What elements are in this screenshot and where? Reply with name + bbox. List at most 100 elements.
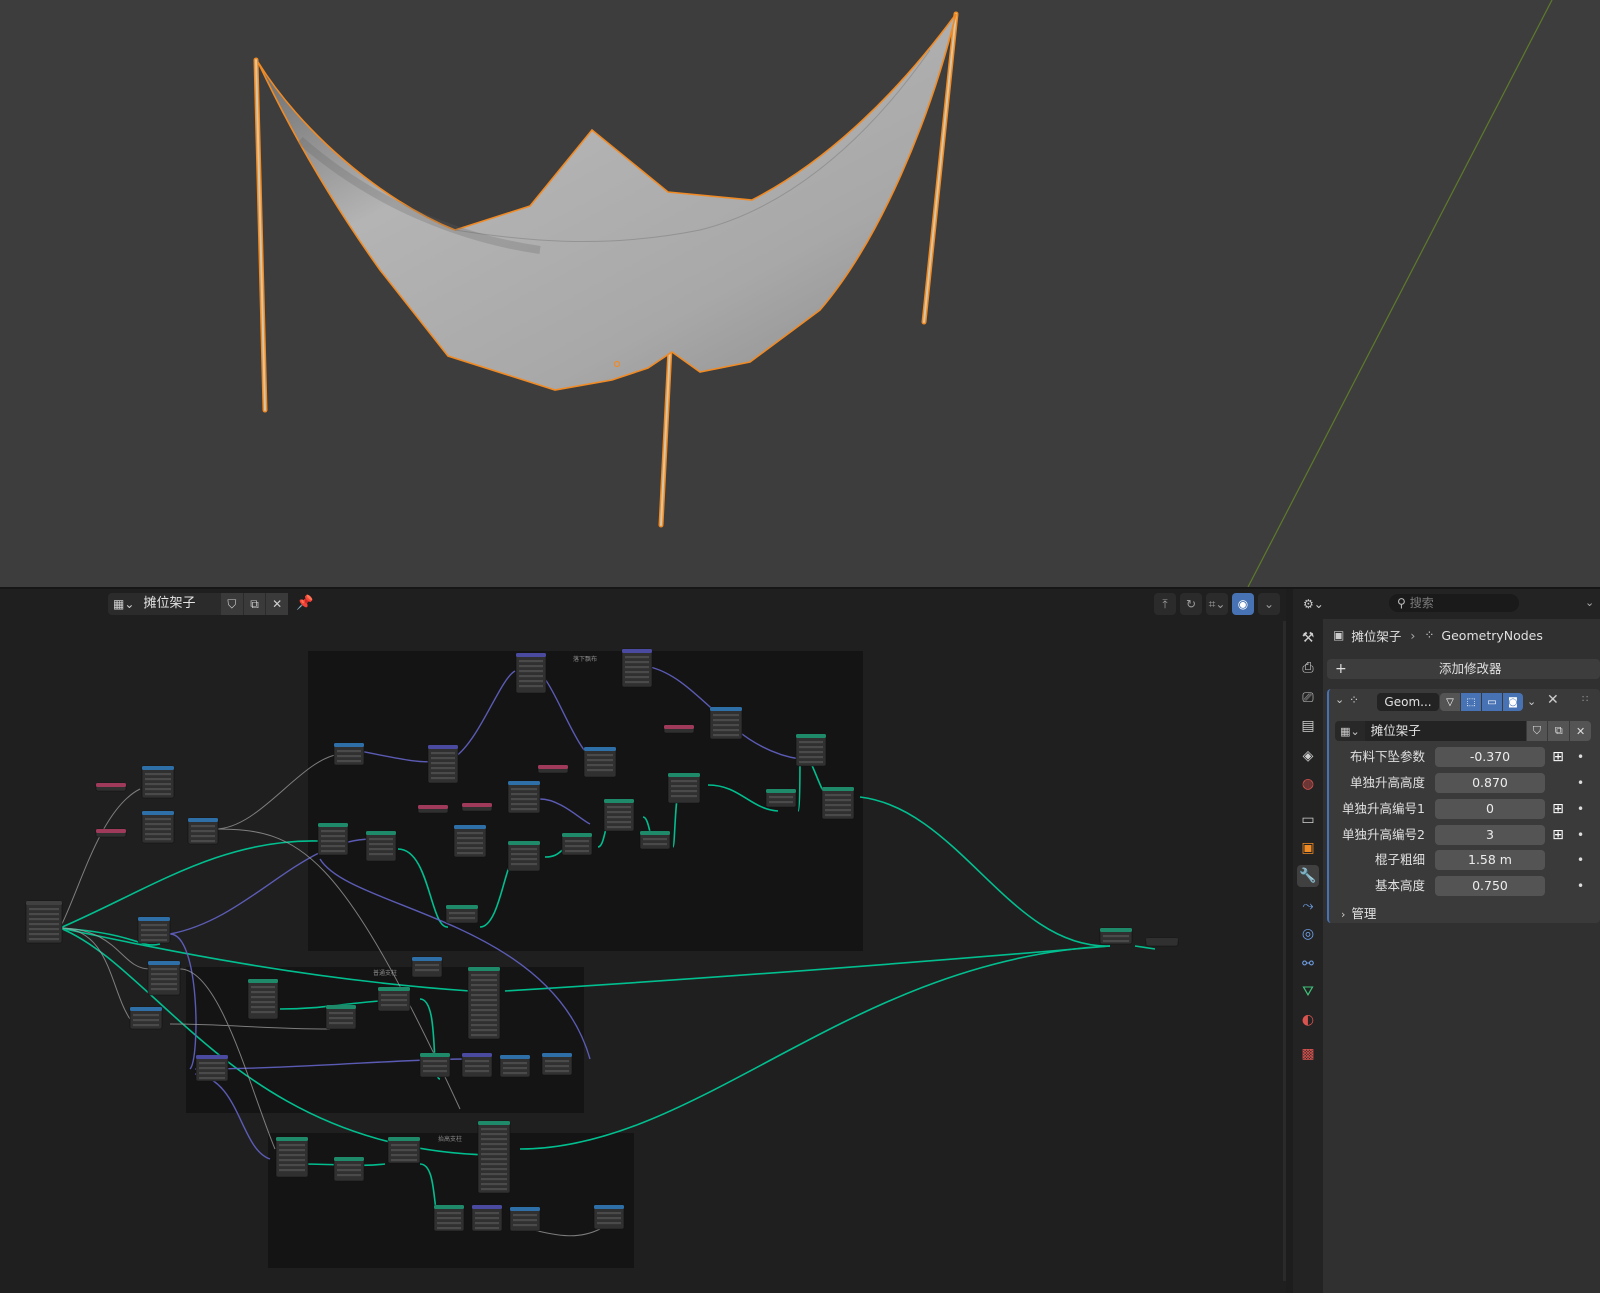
- node[interactable]: [471, 1204, 503, 1232]
- material-icon[interactable]: ◐: [1297, 1009, 1319, 1031]
- keyframe-dot-icon[interactable]: •: [1577, 850, 1584, 870]
- keyframe-dot-icon[interactable]: •: [1577, 773, 1584, 793]
- node[interactable]: [509, 1206, 541, 1232]
- node[interactable]: [377, 986, 411, 1012]
- snap-icon[interactable]: ↻: [1180, 593, 1202, 615]
- node[interactable]: [417, 804, 449, 814]
- node[interactable]: [461, 802, 493, 812]
- parent-node-icon[interactable]: ⤒: [1154, 593, 1176, 615]
- editor-type-icon[interactable]: ⚙⌄: [1303, 594, 1329, 614]
- node[interactable]: [593, 1204, 625, 1230]
- node[interactable]: [821, 786, 855, 820]
- node[interactable]: [453, 824, 487, 858]
- remove-modifier-icon[interactable]: ✕: [1547, 692, 1559, 708]
- node[interactable]: [275, 1136, 309, 1178]
- texture-icon[interactable]: ▩: [1297, 1043, 1319, 1065]
- render-camera-icon[interactable]: ◙: [1503, 693, 1523, 711]
- node[interactable]: [325, 1004, 357, 1030]
- pin-icon[interactable]: 📌: [296, 595, 313, 611]
- particles-icon[interactable]: ⤳: [1297, 895, 1319, 917]
- data-icon[interactable]: ⛛: [1297, 981, 1319, 1003]
- node[interactable]: [795, 733, 827, 767]
- physics-icon[interactable]: ◎: [1297, 923, 1319, 945]
- node[interactable]: [141, 810, 175, 844]
- node-editor-scrollbar[interactable]: [1283, 621, 1286, 1281]
- keyframe-dot-icon[interactable]: •: [1577, 747, 1584, 767]
- header-chevron-icon[interactable]: ⌄: [1585, 596, 1594, 609]
- node[interactable]: [603, 798, 635, 832]
- output-icon[interactable]: ⎚: [1297, 687, 1319, 709]
- modifier-icon[interactable]: 🔧: [1297, 865, 1319, 887]
- fake-user-icon[interactable]: ⛉: [221, 593, 243, 615]
- node[interactable]: [537, 764, 569, 774]
- input-value-field[interactable]: 0.750: [1435, 876, 1545, 896]
- node[interactable]: [461, 1052, 493, 1078]
- tool-icon[interactable]: ⚒: [1297, 627, 1319, 649]
- node[interactable]: [639, 830, 671, 850]
- render-icon[interactable]: ⎙: [1297, 657, 1319, 679]
- keyframe-dot-icon[interactable]: •: [1577, 825, 1584, 845]
- snap-mode-icon[interactable]: ⌗⌄: [1206, 593, 1228, 615]
- attribute-toggle-icon[interactable]: ⊞: [1549, 748, 1567, 766]
- input-value-field[interactable]: 0: [1435, 799, 1545, 819]
- collapse-icon[interactable]: ⌄: [1335, 693, 1344, 706]
- view-layer-icon[interactable]: ▤: [1297, 715, 1319, 737]
- node[interactable]: [477, 1120, 511, 1194]
- node[interactable]: [129, 1006, 163, 1030]
- node[interactable]: [187, 817, 219, 845]
- overlay-icon[interactable]: ◉: [1232, 593, 1254, 615]
- node[interactable]: [195, 1054, 229, 1082]
- node[interactable]: [1099, 927, 1133, 945]
- node[interactable]: [507, 780, 541, 814]
- node[interactable]: [541, 1052, 573, 1076]
- on-cage-icon[interactable]: ▽: [1440, 693, 1460, 711]
- duplicate-icon[interactable]: ⧉: [1548, 721, 1570, 741]
- node[interactable]: [137, 916, 171, 944]
- edit-mode-icon[interactable]: ⬚: [1461, 693, 1481, 711]
- drag-handle-icon[interactable]: ∷: [1582, 694, 1588, 705]
- node[interactable]: [365, 830, 397, 862]
- collection-icon[interactable]: ▭: [1297, 809, 1319, 831]
- node[interactable]: [95, 782, 127, 792]
- node-canvas[interactable]: 落下飘布 普通支柱 抬高支柱: [0, 589, 1286, 1293]
- manage-subpanel[interactable]: › 管理: [1341, 903, 1376, 922]
- add-modifier-button[interactable]: + 添加修改器: [1327, 659, 1600, 679]
- properties-search[interactable]: ⚲ 搜索: [1389, 594, 1519, 612]
- object-icon[interactable]: ▣: [1297, 837, 1319, 859]
- node[interactable]: [387, 1136, 421, 1164]
- unlink-icon[interactable]: ✕: [1570, 721, 1591, 741]
- input-value-field[interactable]: 3: [1435, 825, 1545, 845]
- node[interactable]: [663, 724, 695, 734]
- keyframe-dot-icon[interactable]: •: [1577, 799, 1584, 819]
- node[interactable]: [445, 904, 479, 924]
- node-tree-selector[interactable]: ▦⌄ 摊位架子 ⛉ ⧉ ✕: [108, 593, 288, 615]
- breadcrumb-object[interactable]: 摊位架子: [1351, 626, 1401, 645]
- node[interactable]: [419, 1052, 451, 1078]
- 3d-viewport[interactable]: [0, 0, 1600, 587]
- node[interactable]: [561, 832, 593, 856]
- node-group-selector[interactable]: ▦⌄ 摊位架子 ⛉ ⧉ ✕: [1335, 721, 1591, 741]
- breadcrumb-modifier[interactable]: GeometryNodes: [1441, 628, 1542, 643]
- node[interactable]: [433, 1204, 465, 1232]
- node[interactable]: [499, 1054, 531, 1078]
- node[interactable]: [95, 828, 127, 838]
- modifier-name-field[interactable]: Geom...: [1377, 693, 1439, 711]
- constraints-icon[interactable]: ⚯: [1297, 953, 1319, 975]
- input-value-field[interactable]: -0.370: [1435, 747, 1545, 767]
- keyframe-dot-icon[interactable]: •: [1577, 876, 1584, 896]
- fake-user-icon[interactable]: ⛉: [1526, 721, 1548, 741]
- node[interactable]: [667, 772, 701, 804]
- node-tree-browse-icon[interactable]: ▦⌄: [108, 593, 139, 615]
- attribute-toggle-icon[interactable]: ⊞: [1549, 826, 1567, 844]
- node[interactable]: [317, 822, 349, 856]
- node[interactable]: [515, 652, 547, 694]
- node[interactable]: [25, 900, 63, 944]
- overlay-dropdown-icon[interactable]: ⌄: [1258, 593, 1280, 615]
- node-group-browse-icon[interactable]: ▦⌄: [1335, 721, 1365, 741]
- node-group-name[interactable]: 摊位架子: [1364, 721, 1526, 741]
- node[interactable]: [147, 960, 181, 996]
- modifier-menu-icon[interactable]: ⌄: [1527, 695, 1536, 708]
- attribute-toggle-icon[interactable]: ⊞: [1549, 800, 1567, 818]
- node[interactable]: [333, 1156, 365, 1182]
- node[interactable]: [583, 746, 617, 778]
